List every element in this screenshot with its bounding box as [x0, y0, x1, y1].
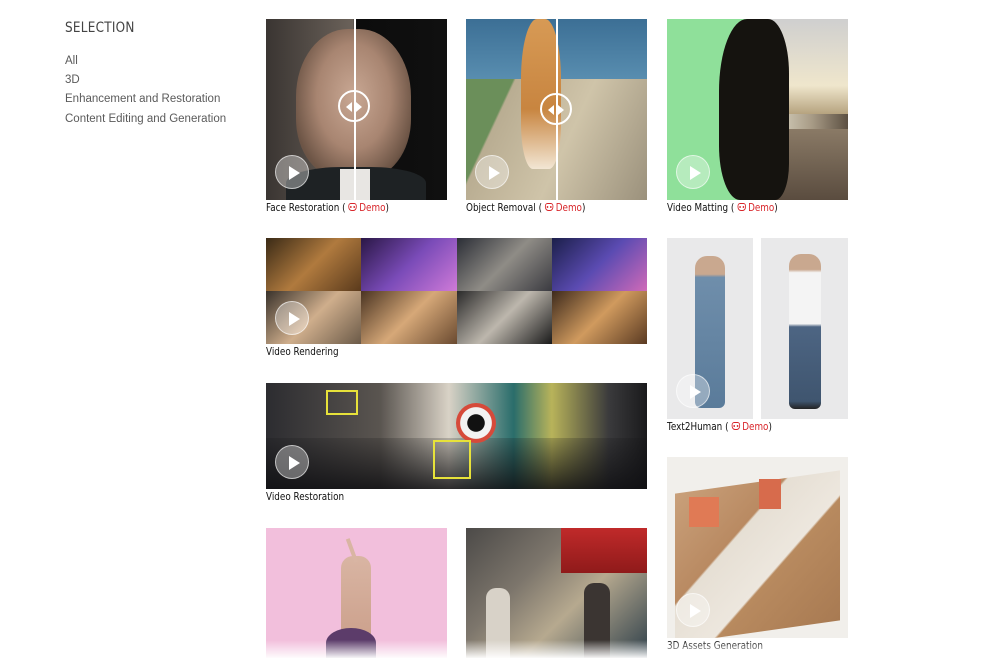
robot-icon — [731, 422, 740, 430]
filter-content-editing-generation[interactable]: Content Editing and Generation — [65, 110, 245, 129]
gallery-item-text2human[interactable]: Text2Human ( Demo) — [667, 238, 848, 438]
face-restoration-caption: Face Restoration ( Demo) — [266, 202, 389, 214]
gallery-item-8[interactable] — [266, 528, 447, 658]
robot-icon — [737, 203, 746, 211]
3d-assets-generation-thumbnail[interactable] — [667, 457, 848, 638]
play-button[interactable] — [275, 301, 309, 335]
gallery-item-video-restoration[interactable]: Video Restoration — [266, 383, 647, 508]
demo-link[interactable]: Demo — [544, 202, 582, 214]
highlight-box — [326, 390, 358, 415]
play-button[interactable] — [676, 593, 710, 627]
3d-assets-generation-caption: 3D Assets Generation — [667, 640, 763, 652]
compare-slider-handle[interactable] — [540, 93, 572, 125]
highlight-box — [433, 440, 471, 479]
play-button[interactable] — [676, 374, 710, 408]
gallery-item-9[interactable] — [466, 528, 647, 658]
gallery-thumbnail-9[interactable] — [466, 528, 647, 658]
text2human-caption: Text2Human ( Demo) — [667, 421, 772, 433]
gallery-item-object-removal[interactable]: Object Removal ( Demo) — [466, 19, 647, 219]
play-button[interactable] — [275, 155, 309, 189]
video-matting-caption: Video Matting ( Demo) — [667, 202, 778, 214]
gallery-item-video-rendering[interactable]: Video Rendering — [266, 238, 647, 363]
filter-enhancement-restoration[interactable]: Enhancement and Restoration — [65, 90, 245, 109]
robot-icon — [544, 203, 554, 211]
filter-3d[interactable]: 3D — [65, 71, 245, 90]
video-restoration-thumbnail[interactable] — [266, 383, 647, 489]
gallery-thumbnail-8[interactable] — [266, 528, 447, 658]
face-restoration-thumbnail[interactable] — [266, 19, 447, 200]
object-removal-thumbnail[interactable] — [466, 19, 647, 200]
compare-slider-handle[interactable] — [338, 90, 370, 122]
demo-link[interactable]: Demo — [731, 421, 768, 433]
demo-link[interactable]: Demo — [348, 202, 385, 214]
text2human-thumbnail[interactable] — [667, 238, 848, 419]
play-button[interactable] — [275, 445, 309, 479]
filter-all[interactable]: All — [65, 52, 245, 71]
selection-sidebar: SELECTION All 3D Enhancement and Restora… — [65, 20, 245, 129]
robot-icon — [348, 203, 357, 211]
gallery-item-3d-assets-generation[interactable]: 3D Assets Generation — [667, 457, 848, 657]
play-button[interactable] — [475, 155, 509, 189]
sidebar-title: SELECTION — [65, 20, 135, 36]
video-rendering-caption: Video Rendering — [266, 346, 339, 358]
video-matting-thumbnail[interactable] — [667, 19, 848, 200]
gallery-item-face-restoration[interactable]: Face Restoration ( Demo) — [266, 19, 447, 219]
video-rendering-thumbnail[interactable] — [266, 238, 647, 344]
gallery-item-video-matting[interactable]: Video Matting ( Demo) — [667, 19, 848, 219]
object-removal-caption: Object Removal ( Demo) — [466, 202, 586, 214]
demo-link[interactable]: Demo — [737, 202, 774, 214]
play-button[interactable] — [676, 155, 710, 189]
video-restoration-caption: Video Restoration — [266, 491, 345, 503]
